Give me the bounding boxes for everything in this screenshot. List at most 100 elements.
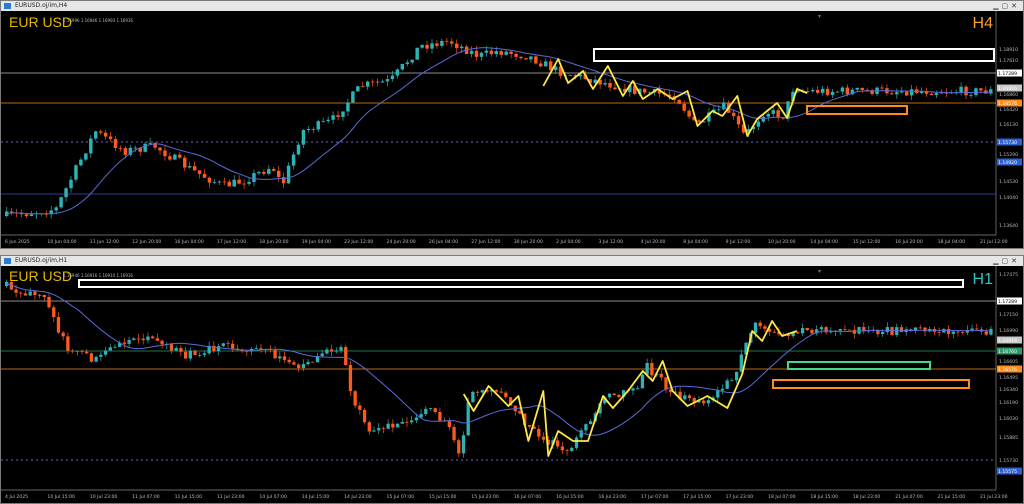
candle-body — [461, 435, 466, 454]
candle-body — [362, 409, 367, 423]
candle-body — [70, 350, 75, 352]
candle-body — [607, 393, 612, 398]
candle-body — [158, 147, 162, 151]
candle-body — [541, 436, 546, 440]
candle-body — [108, 347, 112, 351]
candle-body — [334, 350, 338, 352]
window-titlebar-h1[interactable]: EURUSD.oj/im,H1 ▁▢✕ — [1, 256, 1023, 266]
candle-body — [425, 44, 429, 49]
candle-body — [524, 58, 528, 60]
chart-background — [1, 266, 1023, 503]
candle-body — [570, 447, 574, 451]
candle-body — [390, 75, 395, 80]
candle-body — [811, 89, 815, 92]
candle-body — [835, 91, 840, 93]
candle-body — [339, 347, 343, 351]
price-chart-h4[interactable]: 1.18910 1.17610 1.17289 1.169161.16860 1.165… — [1, 11, 1023, 248]
candle-body — [702, 400, 706, 404]
candle-body — [539, 63, 543, 67]
price-label: 1.15730 — [999, 458, 1018, 464]
candle-body — [825, 88, 830, 95]
candle-body — [245, 350, 249, 352]
window-controls[interactable]: ▁▢✕ — [993, 1, 1020, 11]
candle-body — [568, 75, 573, 76]
candle-body — [262, 171, 266, 174]
price-label: 1.16495 — [999, 375, 1018, 381]
candle-body — [890, 93, 894, 95]
candle-body — [103, 350, 108, 355]
price-label: 1.15730 — [998, 140, 1017, 146]
candle-body — [829, 331, 833, 333]
price-label: 1.16860 — [999, 92, 1018, 98]
candle-body — [405, 421, 409, 423]
candle-body — [776, 110, 780, 118]
price-label: 1.16030 — [999, 416, 1018, 422]
candle-body — [766, 113, 770, 117]
time-label: 16 Jul 07:00 — [514, 494, 542, 500]
price-label: 1.16990 — [999, 328, 1018, 334]
window-titlebar-h4[interactable]: EURUSD.oj/im,H4 ▁▢✕ — [1, 1, 1023, 11]
candle-body — [179, 348, 183, 352]
candle-body — [800, 327, 805, 334]
candle-body — [642, 88, 647, 93]
price-label: 1.16605 — [999, 359, 1018, 365]
candle-body — [880, 332, 885, 335]
candle-body — [959, 86, 963, 93]
candle-body — [207, 177, 212, 183]
candle-body — [301, 130, 306, 145]
candle-body — [122, 342, 127, 344]
time-label: 30 Jun 20:00 — [514, 239, 543, 245]
candle-body — [252, 173, 256, 182]
candle-body — [796, 332, 800, 334]
window-controls[interactable]: ▁▢✕ — [993, 256, 1020, 266]
candle-body — [706, 400, 711, 404]
price-label: 1.16576 — [998, 101, 1017, 107]
candle-body — [848, 329, 852, 331]
time-label: 16 Jun 04:00 — [175, 239, 204, 245]
candle-body — [148, 142, 152, 144]
candle-body — [66, 336, 70, 351]
candle-body — [69, 179, 73, 189]
candle-body — [375, 81, 380, 83]
candle-body — [386, 423, 390, 429]
candle-body — [361, 86, 365, 88]
candle-body — [272, 168, 276, 171]
candle-body — [471, 391, 475, 403]
candle-body — [56, 317, 61, 333]
candle-body — [136, 338, 141, 340]
candle-body — [612, 393, 616, 395]
candle-body — [231, 343, 235, 349]
candle-body — [565, 450, 569, 452]
chart-window-h1[interactable]: EURUSD.oj/im,H1 ▁▢✕ 1.17475 1.17289 1.1715… — [0, 255, 1024, 504]
candle-body — [75, 350, 79, 352]
candle-body — [556, 440, 560, 447]
candle-body — [731, 112, 736, 117]
candle-body — [222, 181, 227, 183]
time-label: 15 Jul 23:00 — [471, 494, 499, 500]
candle-body — [494, 51, 499, 55]
price-label: 1.17150 — [999, 312, 1018, 318]
candle-body — [59, 197, 63, 208]
candle-body — [843, 329, 847, 330]
candle-body — [146, 336, 150, 341]
candle-body — [198, 354, 202, 356]
candle-body — [163, 150, 167, 157]
candle-body — [410, 420, 414, 423]
candle-body — [173, 154, 177, 160]
price-chart-h1[interactable]: 1.17475 1.17289 1.17150 1.16990 1.16916 1.167… — [1, 266, 1023, 503]
candle-body — [717, 109, 721, 111]
candle-body — [820, 88, 825, 93]
candle-body — [221, 343, 225, 347]
time-label: 12 Jun 20:00 — [132, 239, 161, 245]
candle-body — [52, 307, 56, 318]
candle-body — [683, 395, 687, 400]
candle-body — [133, 147, 138, 149]
candle-body — [964, 86, 968, 96]
time-label: 17 Jul 23:00 — [726, 494, 754, 500]
chart-window-h4[interactable]: EURUSD.oj/im,H4 ▁▢✕ 1.18910 1.17610 1.1728… — [0, 0, 1024, 249]
chart-app-icon — [4, 258, 11, 264]
price-label: 1.16340 — [999, 387, 1018, 393]
candle-body — [937, 331, 941, 333]
time-label: 10 Jul 23:00 — [90, 494, 118, 500]
candle-body — [504, 51, 508, 55]
